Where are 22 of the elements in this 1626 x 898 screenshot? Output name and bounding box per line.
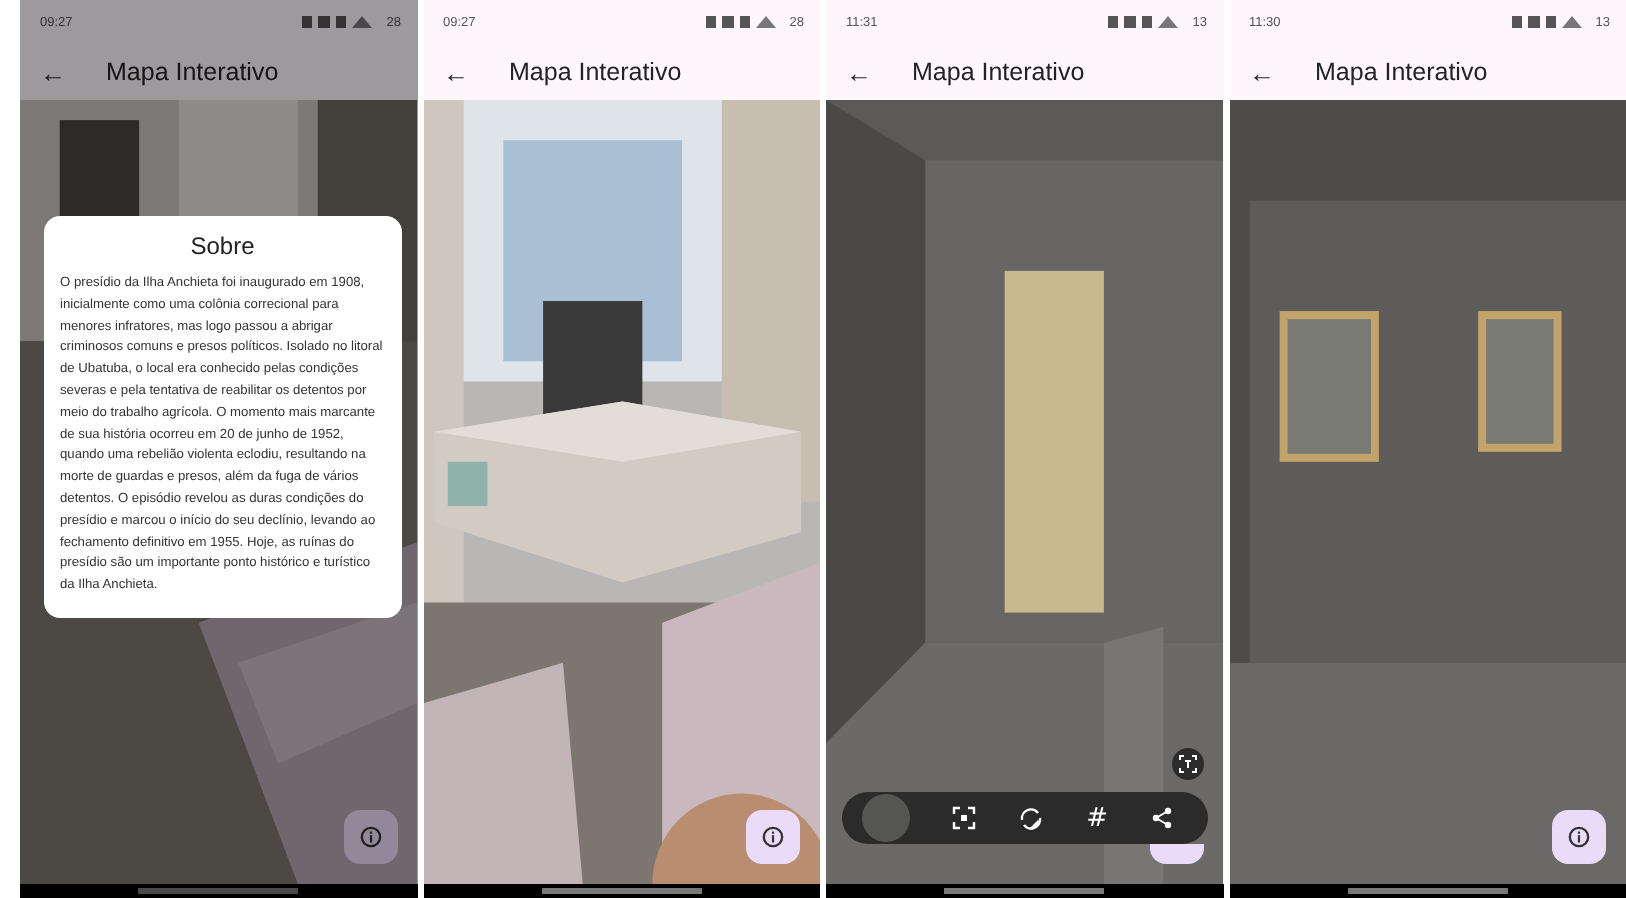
share-icon[interactable] [1149, 806, 1174, 830]
rotate-edit-icon[interactable] [1018, 805, 1045, 831]
thumbnail-button[interactable] [862, 794, 911, 842]
info-button[interactable] [746, 810, 800, 864]
info-icon [359, 826, 381, 848]
info-button[interactable] [1149, 844, 1203, 864]
info-button[interactable] [343, 810, 397, 864]
back-button[interactable]: ← [1249, 57, 1275, 87]
scan-icon [1177, 754, 1197, 774]
info-icon [762, 826, 784, 848]
dialog-title: Sobre [188, 232, 257, 260]
scan-icon[interactable] [952, 806, 977, 830]
grid-button[interactable]: # [1086, 803, 1109, 833]
info-icon [1568, 826, 1590, 848]
back-button[interactable]: ← [40, 57, 66, 87]
screen-title: Mapa Interativo [509, 58, 682, 86]
info-button[interactable] [1552, 810, 1606, 864]
screen-title: Mapa Interativo [912, 58, 1085, 86]
back-button[interactable]: ← [846, 57, 872, 87]
screen-title: Mapa Interativo [1315, 58, 1488, 86]
back-button[interactable]: ← [443, 57, 469, 87]
screen-title: Mapa Interativo [106, 58, 279, 86]
